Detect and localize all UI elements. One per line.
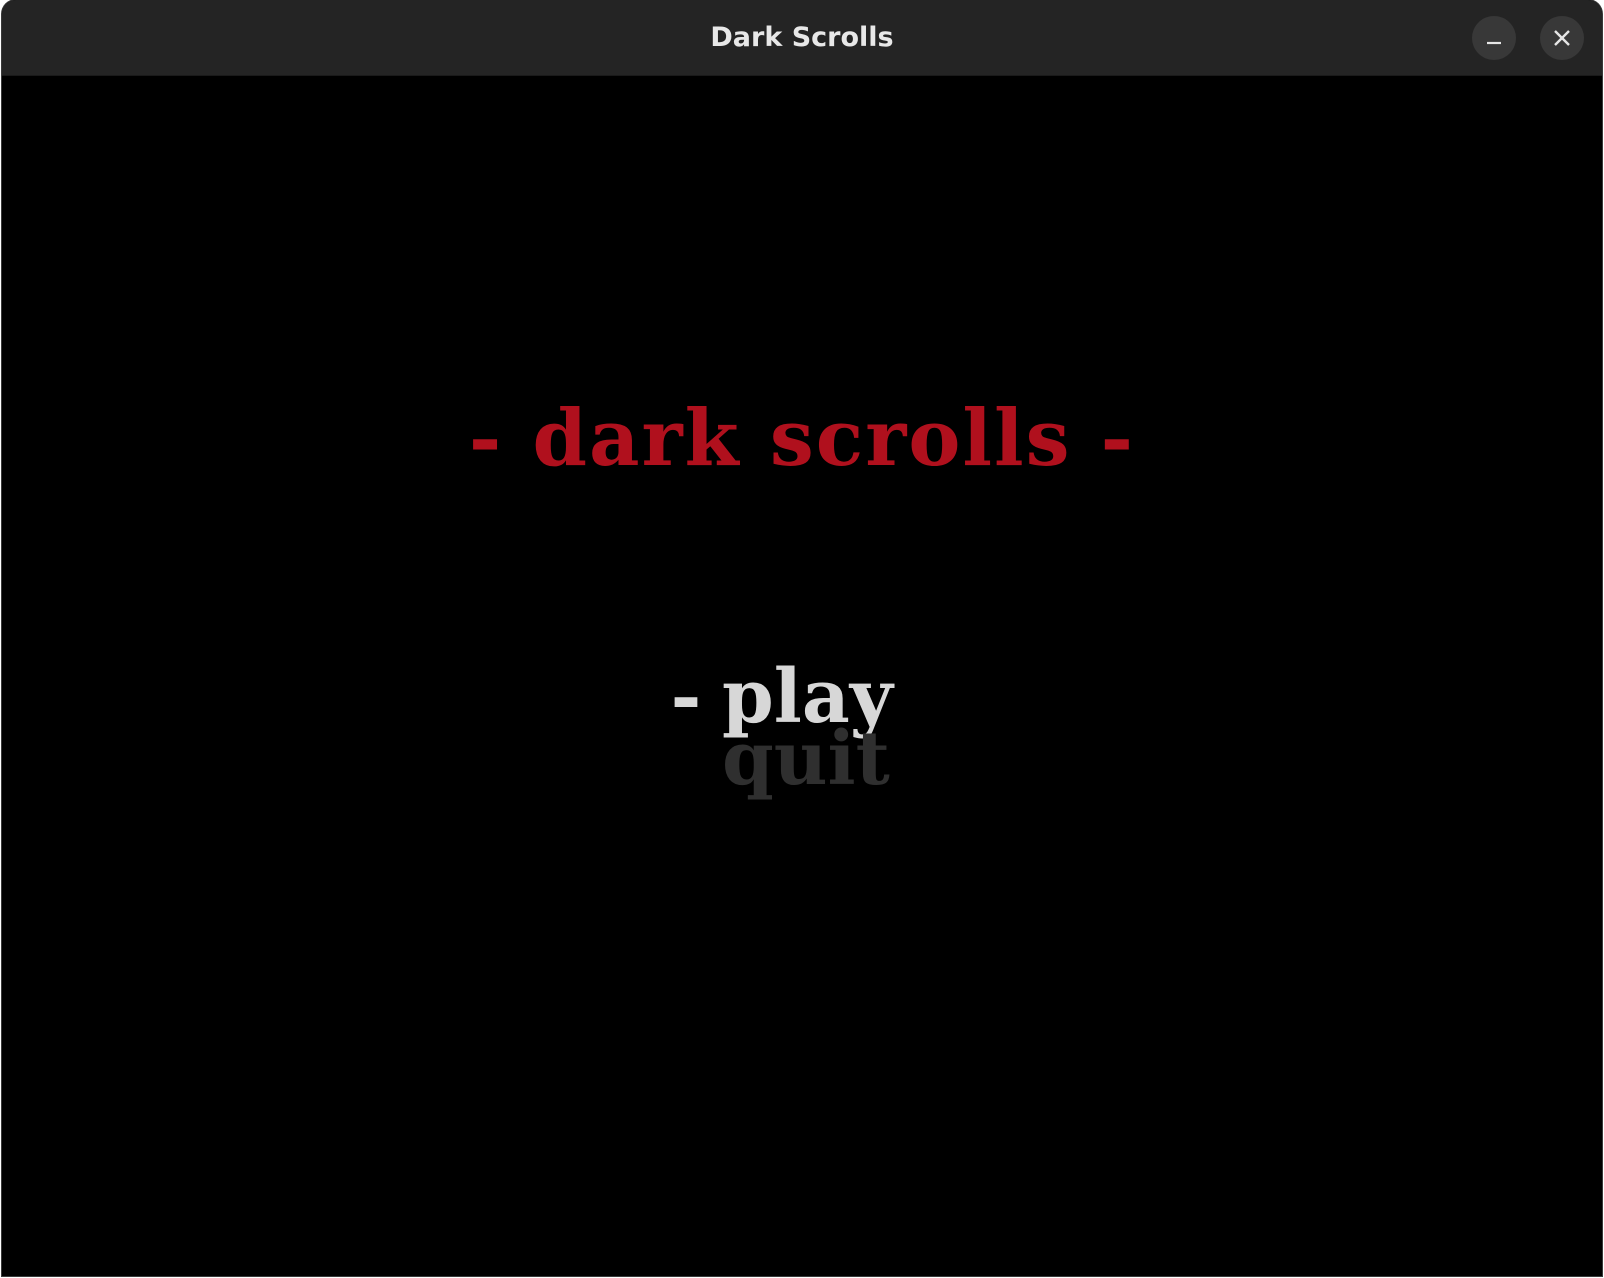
- menu-item-quit-label: quit: [722, 716, 890, 802]
- minimize-button[interactable]: [1472, 16, 1516, 60]
- close-button[interactable]: [1540, 16, 1584, 60]
- menu-item-quit[interactable]: quit: [652, 716, 972, 802]
- main-menu: - play quit: [652, 654, 972, 802]
- title-bar[interactable]: Dark Scrolls: [2, 0, 1602, 76]
- minimize-icon: [1487, 41, 1501, 45]
- app-window: Dark Scrolls - dark scrolls - - play qui…: [2, 0, 1602, 1276]
- selection-marker: -: [670, 654, 702, 740]
- game-title: - dark scrolls -: [468, 393, 1136, 484]
- game-canvas[interactable]: - dark scrolls - - play quit: [2, 76, 1602, 1276]
- close-icon: [1554, 30, 1570, 46]
- window-title: Dark Scrolls: [710, 22, 894, 53]
